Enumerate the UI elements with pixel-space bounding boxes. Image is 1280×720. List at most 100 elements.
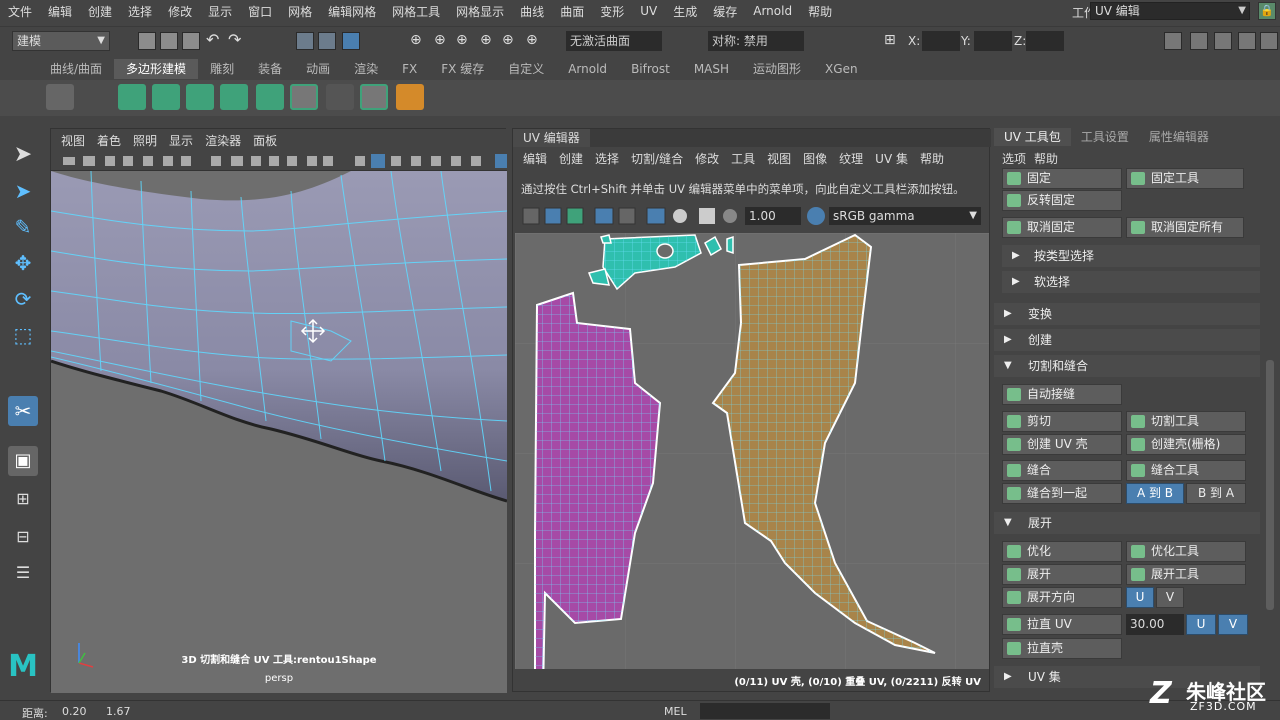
select-hierarchy-icon[interactable] [296, 32, 314, 50]
menu-file[interactable]: 文件 [0, 3, 40, 20]
move-tool-icon[interactable]: ✥ [8, 248, 38, 278]
new-scene-icon[interactable] [138, 32, 156, 50]
vp-menu-renderer[interactable]: 渲染器 [199, 132, 247, 149]
shelf-tab-fx[interactable]: FX [390, 59, 429, 79]
shelf-tab-mash[interactable]: MASH [682, 59, 741, 79]
render-view-icon[interactable] [1214, 32, 1232, 50]
vp-menu-show[interactable]: 显示 [163, 132, 199, 149]
unpin-button[interactable]: 取消固定 [1002, 217, 1122, 238]
section-transform[interactable]: ▶ 变换 [994, 303, 1260, 325]
two-view-icon[interactable]: ⊟ [8, 522, 38, 552]
invert-pin-button[interactable]: 反转固定 [1002, 190, 1122, 211]
menu-create[interactable]: 创建 [80, 3, 120, 20]
vp-menu-lighting[interactable]: 照明 [127, 132, 163, 149]
a-to-b-button[interactable]: A 到 B [1126, 483, 1184, 504]
unfold-u-button[interactable]: U [1126, 587, 1154, 608]
vp-menu-view[interactable]: 视图 [55, 132, 91, 149]
snap-view-icon[interactable]: ⊕ [480, 32, 498, 50]
single-view-icon[interactable]: ▣ [8, 446, 38, 476]
uv-planar-icon[interactable] [118, 84, 146, 110]
x-field[interactable] [922, 31, 960, 51]
sew-tool-button[interactable]: 缝合工具 [1126, 460, 1246, 481]
tab-tool-settings[interactable]: 工具设置 [1071, 128, 1139, 146]
color-management-icon[interactable] [807, 207, 825, 225]
shelf-tab-rendering[interactable]: 渲染 [342, 59, 390, 79]
rotate-tool-icon[interactable]: ⟳ [8, 284, 38, 314]
create-shell-grid-button[interactable]: 创建壳(栅格) [1126, 434, 1246, 455]
uv-menu-image[interactable]: 图像 [797, 150, 833, 167]
section-soft-select[interactable]: ▶ 软选择 [1002, 271, 1260, 293]
toolkit-menu-options[interactable]: 选项 [998, 150, 1030, 167]
menu-edit[interactable]: 编辑 [40, 3, 80, 20]
shelf-tab-poly-modeling[interactable]: 多边形建模 [114, 59, 199, 79]
unfold-tool-button[interactable]: 展开工具 [1126, 564, 1246, 585]
b-to-a-button[interactable]: B 到 A [1186, 483, 1246, 504]
uv-menu-create[interactable]: 创建 [553, 150, 589, 167]
exposure-field[interactable]: 1.00 [745, 207, 801, 225]
uv-menu-textures[interactable]: 纹理 [833, 150, 869, 167]
shelf-tab-motion-graphics[interactable]: 运动图形 [741, 59, 813, 79]
snap-surface-icon[interactable]: ⊕ [502, 32, 520, 50]
vp-menu-panels[interactable]: 面板 [247, 132, 283, 149]
menu-arnold[interactable]: Arnold [745, 4, 800, 18]
viewport-toolbar-icons[interactable] [51, 151, 507, 171]
select-tool-icon[interactable]: ➤ [8, 140, 38, 170]
shelf-tab-bifrost[interactable]: Bifrost [619, 59, 682, 79]
lock-icon[interactable]: 🔒 [1258, 2, 1276, 20]
four-view-icon[interactable]: ⊞ [8, 484, 38, 514]
uv-auto-icon[interactable] [220, 84, 248, 110]
uv-unfold-icon[interactable] [396, 84, 424, 110]
menu-modify[interactable]: 修改 [160, 3, 200, 20]
unfold-button[interactable]: 展开 [1002, 564, 1122, 585]
uv-menu-tools[interactable]: 工具 [725, 150, 761, 167]
uv-cut-icon[interactable] [326, 84, 354, 110]
paint-select-icon[interactable]: ✎ [8, 212, 38, 242]
y-field[interactable] [974, 31, 1012, 51]
menu-mesh-tools[interactable]: 网格工具 [384, 3, 448, 20]
uv-cylindrical-icon[interactable] [152, 84, 180, 110]
optimize-tool-button[interactable]: 优化工具 [1126, 541, 1246, 562]
create-shell-button[interactable]: 创建 UV 壳 [1002, 434, 1122, 455]
shelf-tab-fx-caching[interactable]: FX 缓存 [429, 59, 496, 79]
cut-tool-button[interactable]: 切割工具 [1126, 411, 1246, 432]
menu-uv[interactable]: UV [632, 4, 665, 18]
vp-menu-shading[interactable]: 着色 [91, 132, 127, 149]
tab-attribute-editor[interactable]: 属性编辑器 [1139, 128, 1219, 146]
menu-windows[interactable]: 窗口 [240, 3, 280, 20]
sew-together-button[interactable]: 缝合到一起 [1002, 483, 1122, 504]
auto-seams-button[interactable]: 自动接缝 [1002, 384, 1122, 405]
uv-menu-modify[interactable]: 修改 [689, 150, 725, 167]
section-select-by-type[interactable]: ▶ 按类型选择 [1002, 245, 1260, 267]
straighten-v-button[interactable]: V [1218, 614, 1248, 635]
ipr-render-icon[interactable] [1238, 32, 1256, 50]
select-component-icon[interactable] [342, 32, 360, 50]
menu-deform[interactable]: 变形 [592, 3, 632, 20]
z-field[interactable] [1026, 31, 1064, 51]
select-object-icon[interactable] [318, 32, 336, 50]
redo-icon[interactable]: ↷ [228, 32, 246, 50]
menu-generate[interactable]: 生成 [665, 3, 705, 20]
straighten-u-button[interactable]: U [1186, 614, 1216, 635]
uv-menu-select[interactable]: 选择 [589, 150, 625, 167]
straighten-angle-field[interactable]: 30.00 [1126, 614, 1184, 635]
section-cut-sew[interactable]: ▼ 切割和缝合 [994, 355, 1260, 377]
snap-point-icon[interactable]: ⊕ [456, 32, 474, 50]
straighten-shell-button[interactable]: 拉直壳 [1002, 638, 1122, 659]
scale-tool-icon[interactable]: ⬚ [8, 320, 38, 350]
toolkit-menu-help[interactable]: 帮助 [1030, 150, 1062, 167]
unpin-all-button[interactable]: 取消固定所有 [1126, 217, 1244, 238]
shelf-tab-curves[interactable]: 曲线/曲面 [38, 59, 114, 79]
section-create[interactable]: ▶ 创建 [994, 329, 1260, 351]
shelf-tab-xgen[interactable]: XGen [813, 59, 870, 79]
shelf-tab-rigging[interactable]: 装备 [246, 59, 294, 79]
uv-menu-view[interactable]: 视图 [761, 150, 797, 167]
pin-tool-button[interactable]: 固定工具 [1126, 168, 1244, 189]
menu-edit-mesh[interactable]: 编辑网格 [320, 3, 384, 20]
shelf-tab-sculpting[interactable]: 雕刻 [198, 59, 246, 79]
straighten-uv-button[interactable]: 拉直 UV [1002, 614, 1122, 635]
menu-select[interactable]: 选择 [120, 3, 160, 20]
cut-button[interactable]: 剪切 [1002, 411, 1122, 432]
save-scene-icon[interactable] [182, 32, 200, 50]
uv-menu-help[interactable]: 帮助 [914, 150, 950, 167]
sew-button[interactable]: 缝合 [1002, 460, 1122, 481]
